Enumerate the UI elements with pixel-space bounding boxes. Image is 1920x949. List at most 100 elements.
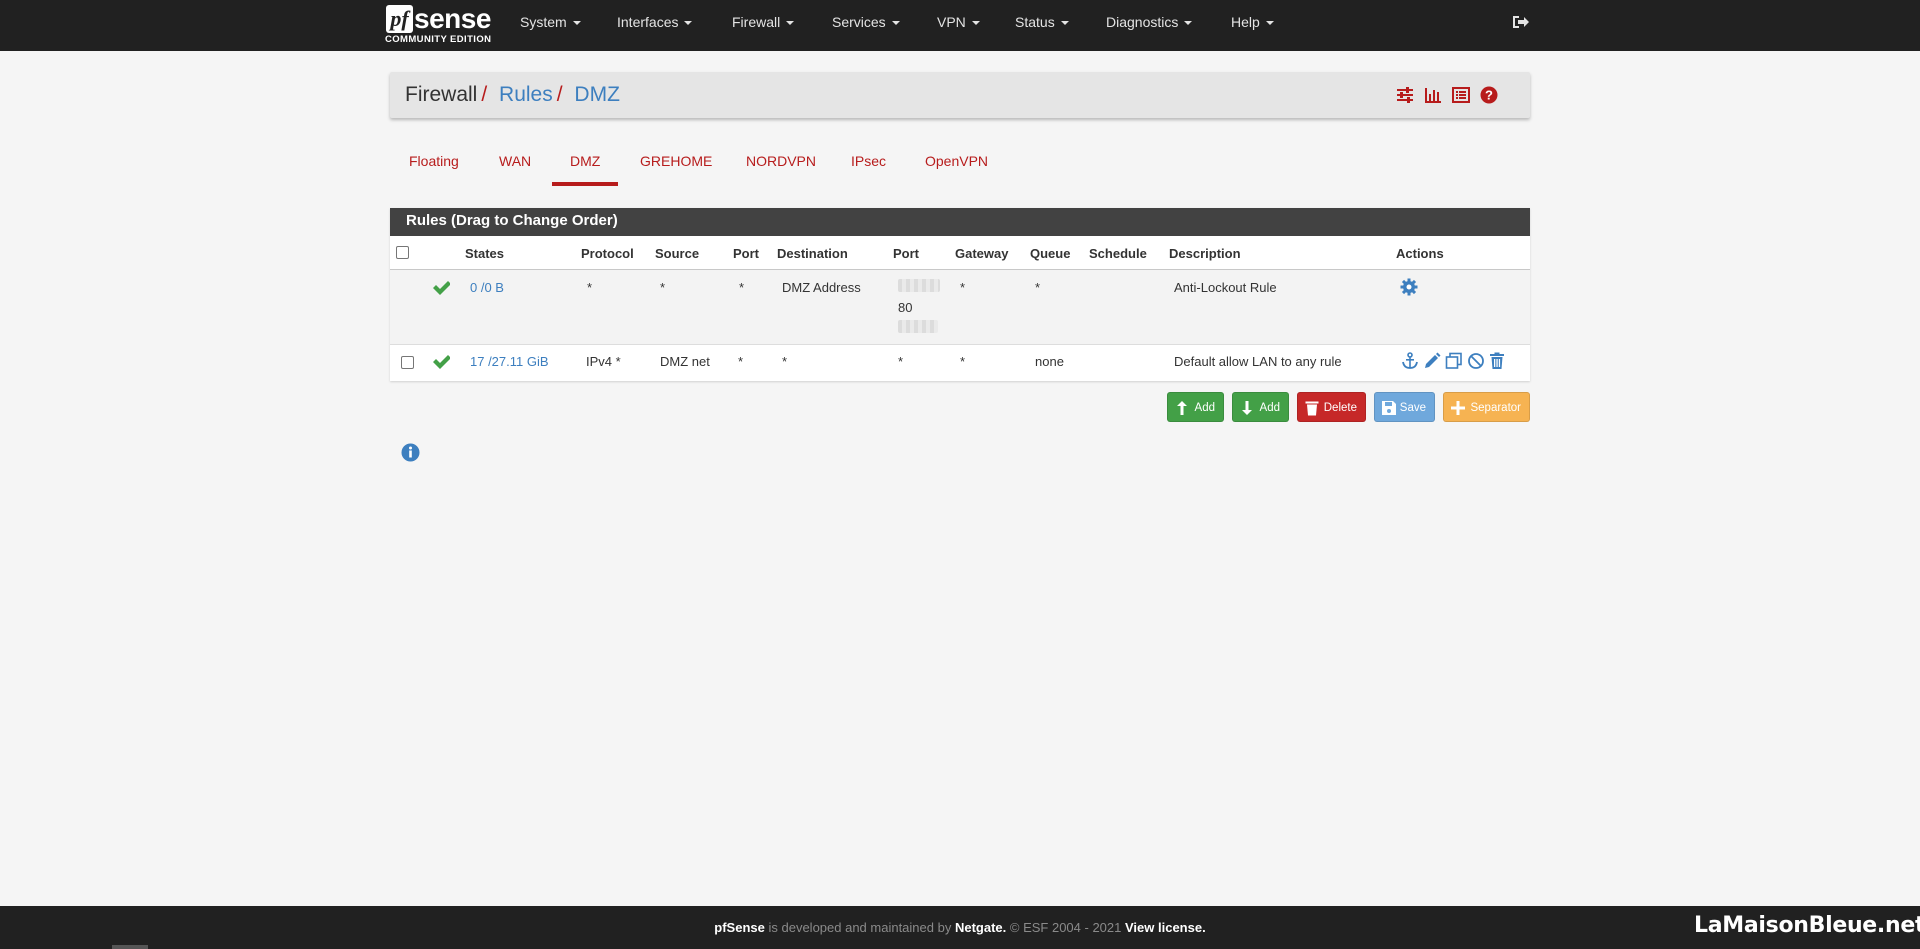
- footer-copyright: © ESF 2004 - 2021: [1009, 920, 1122, 935]
- caret-down-icon: [891, 21, 900, 26]
- nav-help[interactable]: Help: [1231, 0, 1274, 44]
- tab-grehome[interactable]: GREHOME: [640, 153, 712, 173]
- logo-pf: pf: [386, 5, 413, 33]
- col-source-port[interactable]: Port: [733, 246, 759, 261]
- delete-button[interactable]: Delete: [1297, 392, 1366, 422]
- tab-nordvpn[interactable]: NORDVPN: [746, 153, 816, 173]
- breadcrumb-firewall: Firewall: [405, 83, 478, 106]
- rule-states-link[interactable]: 17 /27.11 GiB: [470, 354, 549, 369]
- delete-label: Delete: [1323, 402, 1357, 414]
- svg-text:?: ?: [1485, 88, 1493, 103]
- footer-netgate-link[interactable]: Netgate.: [955, 920, 1006, 935]
- col-queue[interactable]: Queue: [1030, 246, 1070, 261]
- add-rule-top-button[interactable]: Add: [1167, 392, 1224, 422]
- anchor-icon[interactable]: [1401, 352, 1419, 370]
- col-gateway[interactable]: Gateway: [955, 246, 1008, 261]
- col-dest-port[interactable]: Port: [893, 246, 919, 261]
- save-button[interactable]: Save: [1374, 392, 1435, 422]
- tab-wan[interactable]: WAN: [499, 153, 531, 173]
- rule-destination: DMZ Address: [782, 280, 861, 295]
- floppy-icon: [1382, 401, 1396, 415]
- col-actions: Actions: [1396, 246, 1444, 261]
- rule-select-checkbox[interactable]: [401, 356, 414, 369]
- rule-gateway: *: [960, 354, 966, 369]
- nav-vpn-label: VPN: [937, 14, 966, 30]
- col-protocol[interactable]: Protocol: [581, 246, 634, 261]
- nav-interfaces-label: Interfaces: [617, 14, 679, 30]
- trash-icon: [1305, 401, 1319, 416]
- ban-icon[interactable]: [1467, 352, 1485, 370]
- rule-queue: *: [1035, 280, 1041, 295]
- col-description[interactable]: Description: [1169, 246, 1241, 261]
- nav-services-label: Services: [832, 14, 886, 30]
- caret-down-icon: [572, 21, 581, 26]
- col-destination[interactable]: Destination: [777, 246, 848, 261]
- breadcrumb-rules[interactable]: Rules: [499, 83, 553, 106]
- separator-button[interactable]: Separator: [1443, 392, 1530, 422]
- caret-down-icon: [1060, 21, 1069, 26]
- list-icon[interactable]: [1452, 86, 1470, 104]
- rules-panel-title: Rules (Drag to Change Order): [406, 212, 618, 229]
- breadcrumb-dmz[interactable]: DMZ: [574, 83, 620, 106]
- tab-dmz[interactable]: DMZ: [570, 153, 600, 173]
- top-navbar: pf sense COMMUNITY EDITION System Interf…: [0, 0, 1920, 51]
- add-rule-bottom-button[interactable]: Add: [1232, 392, 1289, 422]
- help-icon[interactable]: ?: [1480, 86, 1498, 104]
- nav-interfaces[interactable]: Interfaces: [617, 0, 693, 44]
- sign-out-icon[interactable]: [1512, 14, 1530, 30]
- nav-system[interactable]: System: [520, 0, 581, 44]
- pencil-icon[interactable]: [1423, 352, 1441, 370]
- nav-vpn[interactable]: VPN: [937, 0, 980, 44]
- col-source[interactable]: Source: [655, 246, 699, 261]
- row-divider: [390, 344, 1530, 345]
- save-label: Save: [1399, 402, 1426, 414]
- nav-help-label: Help: [1231, 14, 1260, 30]
- nav-services[interactable]: Services: [832, 0, 900, 44]
- rules-panel-header: Rules (Drag to Change Order): [390, 208, 1530, 236]
- pfsense-logo[interactable]: pf sense COMMUNITY EDITION: [385, 4, 493, 46]
- logo-sense: sense: [414, 3, 491, 34]
- logo-edition: COMMUNITY EDITION: [385, 34, 492, 45]
- nav-diagnostics[interactable]: Diagnostics: [1106, 0, 1193, 44]
- rule-source: DMZ net: [660, 354, 710, 369]
- rule-destination: *: [782, 354, 788, 369]
- nav-status-label: Status: [1015, 14, 1055, 30]
- rule-protocol: IPv4 *: [586, 354, 621, 369]
- select-all-checkbox[interactable]: [396, 246, 409, 259]
- info-icon[interactable]: [401, 443, 420, 462]
- breadcrumb: Firewall / Rules / DMZ: [405, 83, 620, 107]
- tab-ipsec[interactable]: IPsec: [851, 153, 886, 173]
- arrow-down-icon: [1242, 401, 1252, 415]
- add-top-label: Add: [1194, 402, 1215, 414]
- nav-firewall-label: Firewall: [732, 14, 781, 30]
- rule-gateway: *: [960, 280, 966, 295]
- nav-diagnostics-label: Diagnostics: [1106, 14, 1179, 30]
- sliders-icon[interactable]: [1396, 86, 1414, 104]
- gear-icon[interactable]: [1400, 278, 1418, 296]
- tab-openvpn[interactable]: OpenVPN: [925, 153, 988, 173]
- footer-license-link[interactable]: View license.: [1125, 920, 1206, 935]
- active-tab-indicator: [552, 182, 618, 186]
- check-icon: [433, 355, 450, 369]
- redacted-port: [898, 320, 938, 333]
- watermark: LaMaisonBleue.net: [1694, 913, 1920, 938]
- nav-firewall[interactable]: Firewall: [732, 0, 795, 44]
- rule-dest-port: *: [898, 354, 904, 369]
- add-bottom-label: Add: [1259, 402, 1280, 414]
- breadcrumb-icons: ?: [1396, 86, 1506, 104]
- nav-status[interactable]: Status: [1015, 0, 1069, 44]
- col-schedule[interactable]: Schedule: [1089, 246, 1147, 261]
- trash-icon[interactable]: [1488, 352, 1506, 370]
- breadcrumb-separator: /: [481, 83, 488, 106]
- copy-icon[interactable]: [1445, 352, 1463, 370]
- rule-description: Default allow LAN to any rule: [1174, 354, 1342, 369]
- plus-icon: [1451, 401, 1465, 415]
- footer-brand: pfSense: [714, 920, 765, 935]
- footer-maintained: is developed and maintained by: [768, 920, 952, 935]
- tab-floating[interactable]: Floating: [409, 153, 459, 173]
- footer: pfSense is developed and maintained by N…: [0, 906, 1920, 949]
- bar-chart-icon[interactable]: [1424, 86, 1442, 104]
- col-states[interactable]: States: [465, 246, 504, 261]
- rule-states-link[interactable]: 0 /0 B: [470, 280, 504, 295]
- caret-down-icon: [786, 21, 795, 26]
